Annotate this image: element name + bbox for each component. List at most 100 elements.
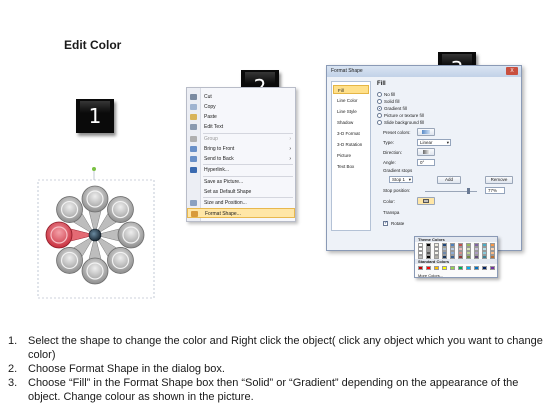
standard-color-swatch[interactable] (418, 266, 423, 270)
menu-item-label: Hyperlink... (204, 167, 230, 173)
add-stop-button[interactable]: Add (437, 176, 461, 184)
gradient-stops-label: Gradient stops (383, 168, 413, 173)
nav-picture[interactable]: Picture (333, 151, 369, 160)
standard-color-swatch[interactable] (474, 266, 479, 270)
standard-color-swatch[interactable] (434, 266, 439, 270)
type-select[interactable]: Linear ▾ (417, 139, 451, 146)
menu-item-save-as-picture[interactable]: Save as Picture... (187, 177, 295, 187)
submenu-arrow-icon: › (289, 135, 291, 142)
theme-colors-heading: Theme Colors (415, 237, 497, 242)
menu-item-set-as-default-shape[interactable]: Set as Default Shape (187, 187, 295, 197)
color-palette-popup: Theme Colors Standard Colors More Colors… (414, 236, 498, 278)
standard-color-swatch[interactable] (450, 266, 455, 270)
menu-item-bring-to-front[interactable]: Bring to Front › (187, 144, 295, 154)
nav-line-color[interactable]: Line Color (333, 96, 369, 105)
radio-slide-background-fill[interactable]: Slide background fill (377, 119, 424, 126)
nav-line-style[interactable]: Line Style (333, 107, 369, 116)
menu-item-send-to-back[interactable]: Send to Back › (187, 154, 295, 164)
menu-item-group[interactable]: Group › (187, 134, 295, 144)
menu-item-size-and-position[interactable]: Size and Position... (187, 198, 295, 208)
radio-gradient-fill[interactable]: Gradient fill (377, 105, 407, 112)
standard-color-swatch[interactable] (442, 266, 447, 270)
radio-button[interactable] (377, 92, 382, 97)
radio-button[interactable] (377, 113, 382, 118)
radio-button[interactable] (377, 99, 382, 104)
nav-text-box[interactable]: Text Box (333, 162, 369, 171)
scissors-icon (190, 94, 197, 100)
radio-no-fill[interactable]: No fill (377, 91, 395, 98)
radio-label: Picture or texture fill (384, 113, 424, 118)
dialog-nav: Fill Line Color Line Style Shadow 3-D Fo… (331, 81, 371, 231)
radio-button[interactable] (377, 106, 382, 111)
chevron-down-icon: ▾ (446, 140, 449, 145)
menu-item-cut[interactable]: Cut (187, 92, 295, 102)
direction-button[interactable] (417, 148, 435, 156)
rotate-checkbox[interactable] (383, 220, 388, 226)
instruction-item: 3. Choose “Fill” in the Format Shape box … (6, 376, 546, 404)
fill-pane: Fill No fill Solid fill Gradient fill Pi… (377, 81, 517, 246)
stop-position-input[interactable]: 77% (485, 187, 505, 194)
menu-item-label: Cut (204, 94, 212, 100)
menu-item-label: Copy (204, 104, 216, 110)
bring-front-icon (190, 145, 197, 152)
radio-solid-fill[interactable]: Solid fill (377, 98, 400, 105)
standard-colors-heading: Standard Colors (415, 259, 497, 264)
menu-item-label: Bring to Front (204, 145, 235, 152)
preset-swatch-icon (422, 129, 430, 134)
size-icon (190, 200, 197, 206)
group-icon (190, 135, 197, 142)
chevron-down-icon: ▾ (408, 177, 411, 182)
instruction-text: Select the shape to change the color and… (28, 335, 543, 361)
standard-color-swatch[interactable] (482, 266, 487, 270)
menu-item-label: Save as Picture... (204, 178, 244, 185)
menu-item-hyperlink[interactable]: Hyperlink... (187, 165, 295, 175)
rotation-handle[interactable] (92, 167, 96, 171)
nav-3d-format[interactable]: 3-D Format (333, 129, 369, 138)
color-label: Color: (383, 199, 396, 204)
radio-label: Slide background fill (384, 120, 425, 125)
menu-item-format-shape[interactable]: Format Shape... (187, 208, 295, 218)
instruction-number: 2. (8, 363, 18, 375)
format-shape-dialog: Format Shape X Fill Line Color Line Styl… (326, 65, 522, 251)
standard-color-swatch[interactable] (426, 266, 431, 270)
format-shape-icon (191, 211, 198, 217)
dialog-close-button[interactable]: X (506, 67, 518, 75)
remove-stop-button[interactable]: Remove (485, 176, 513, 184)
hyperlink-icon (190, 167, 197, 173)
standard-color-swatch[interactable] (458, 266, 463, 270)
stop-position-value: 77% (488, 188, 498, 193)
stop-select[interactable]: Stop 1 ▾ (389, 176, 413, 183)
selected-shape[interactable] (36, 166, 158, 302)
menu-item-label: Send to Back (204, 155, 234, 162)
context-menu: Cut Copy Paste Edit Text Group › Bring to Fron… (186, 87, 296, 222)
nav-3d-rotation[interactable]: 3-D Rotation (333, 140, 369, 149)
slider-thumb[interactable] (467, 188, 470, 194)
radio-button[interactable] (377, 120, 382, 125)
angle-input[interactable]: 0° (417, 159, 435, 166)
nav-shadow[interactable]: Shadow (333, 118, 369, 127)
type-label: Type: (383, 140, 395, 145)
preset-colors-button[interactable] (417, 128, 435, 136)
instruction-text: Choose Format Shape in the dialog box. (28, 363, 225, 375)
menu-item-label: Size and Position... (204, 200, 247, 206)
menu-item-copy[interactable]: Copy (187, 102, 295, 112)
submenu-arrow-icon: › (289, 145, 291, 152)
menu-item-label: Set as Default Shape (204, 188, 252, 195)
menu-item-edit-text[interactable]: Edit Text (187, 122, 295, 132)
edit-text-icon (190, 124, 197, 130)
more-colors-link[interactable]: More Colors... (418, 273, 443, 278)
instruction-number: 1. (8, 335, 18, 347)
radio-label: No fill (384, 92, 396, 97)
standard-color-swatch[interactable] (466, 266, 471, 270)
fill-heading: Fill (377, 81, 386, 87)
submenu-arrow-icon: › (289, 155, 291, 162)
standard-color-swatch[interactable] (490, 266, 495, 270)
angle-value: 0° (420, 160, 425, 165)
paste-icon (190, 114, 197, 120)
preset-colors-label: Preset colors: (383, 130, 411, 135)
color-picker-button[interactable] (417, 197, 435, 205)
radio-picture-fill[interactable]: Picture or texture fill (377, 112, 424, 119)
menu-item-label: Edit Text (204, 124, 224, 130)
menu-item-paste[interactable]: Paste (187, 112, 295, 122)
nav-fill[interactable]: Fill (333, 85, 369, 94)
